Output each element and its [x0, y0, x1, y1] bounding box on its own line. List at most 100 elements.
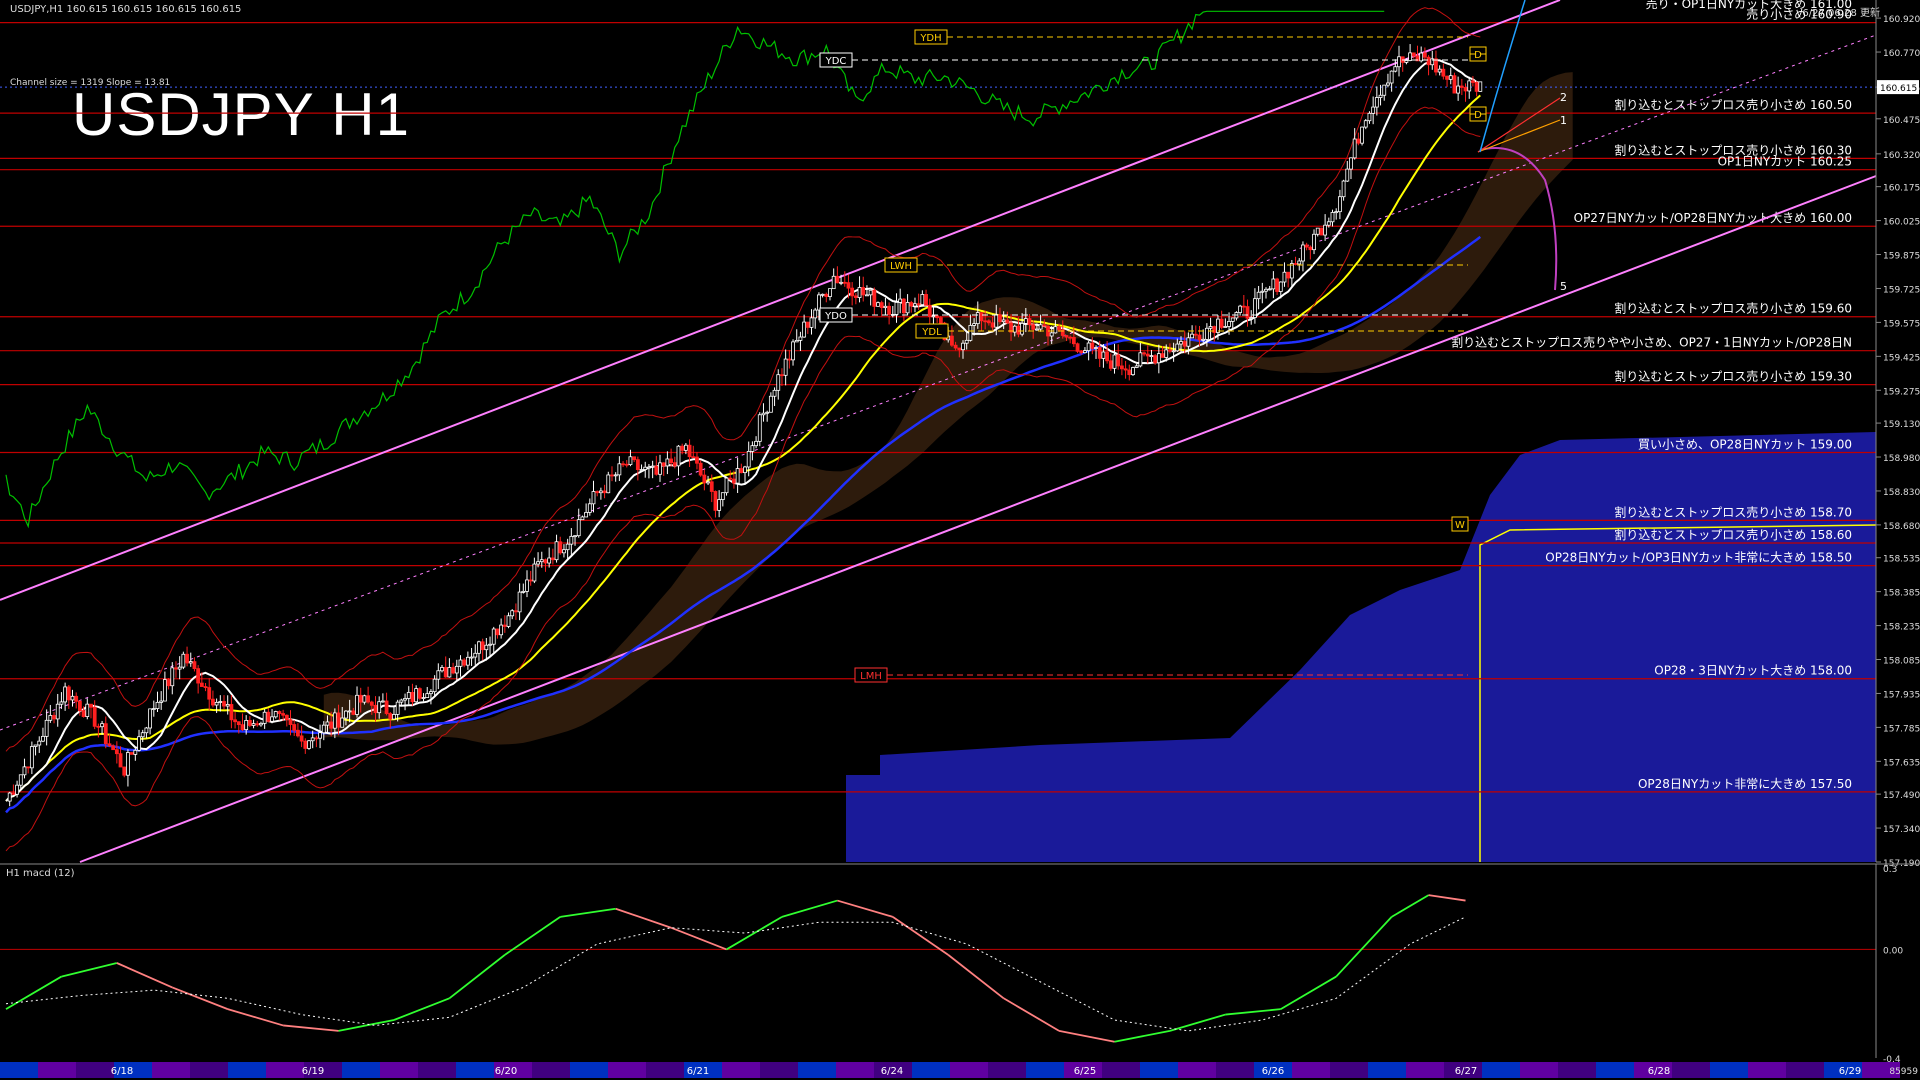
- date-bar-segment: [912, 1062, 950, 1078]
- candle-body: [1179, 341, 1183, 345]
- candle-body: [236, 721, 241, 726]
- candle-body: [1282, 271, 1287, 283]
- candle-body: [1374, 97, 1379, 108]
- candle-body: [214, 701, 219, 706]
- candle-body: [998, 314, 1002, 323]
- candle-body: [351, 710, 356, 715]
- macd-main-segment: [116, 962, 173, 989]
- date-bar-segment: [1672, 1062, 1710, 1078]
- candle-body: [1027, 318, 1032, 326]
- candle-body: [669, 458, 673, 464]
- candle-body: [839, 281, 843, 284]
- candle-body: [380, 700, 385, 703]
- candle-body: [1186, 337, 1191, 347]
- candle-body: [1315, 227, 1320, 235]
- price-axis-label: 159.875: [1883, 252, 1920, 262]
- date-bar-segment: [1292, 1062, 1330, 1078]
- candle-body: [1171, 350, 1176, 353]
- candle-body: [576, 519, 581, 537]
- candle-body: [484, 644, 489, 651]
- candle-body: [369, 701, 374, 706]
- candle-body: [1301, 244, 1305, 262]
- candle-body: [288, 719, 293, 725]
- candle-body: [809, 317, 814, 328]
- macd-main-segment: [726, 916, 783, 951]
- candle-body: [1108, 360, 1113, 369]
- candle-body: [1031, 324, 1036, 330]
- candle-body: [1083, 350, 1087, 354]
- candle-body: [698, 462, 703, 476]
- candle-body: [780, 374, 784, 377]
- candle-body: [1304, 244, 1309, 248]
- candle-body: [1456, 85, 1461, 94]
- candle-body: [754, 440, 758, 447]
- candle-body: [1264, 288, 1268, 292]
- candle-body: [1090, 342, 1095, 349]
- date-bar-segment: [1140, 1062, 1178, 1078]
- candle-body: [990, 322, 995, 328]
- candle-body: [739, 468, 744, 474]
- fan-label: 2: [1560, 91, 1567, 104]
- macd-main-segment: [61, 962, 118, 978]
- candle-body: [776, 374, 781, 391]
- candle-body: [901, 298, 906, 314]
- macd-signal-line: [5, 916, 1466, 1032]
- candle-body: [1267, 288, 1272, 291]
- candle-body: [92, 706, 97, 727]
- marker-label: YDC: [825, 56, 847, 67]
- candle-body: [399, 699, 404, 703]
- chart-canvas[interactable]: 売り小さめ 160.90割り込むとストップロス売り小さめ 160.50割り込むと…: [0, 0, 1920, 1080]
- candle-body: [562, 549, 566, 554]
- date-label: 6/21: [687, 1066, 709, 1077]
- candle-body: [868, 289, 873, 296]
- macd-main-segment: [1058, 1029, 1115, 1043]
- price-level-label: 買い小さめ、OP28日NYカット 159.00: [1638, 437, 1852, 451]
- candle-body: [569, 535, 574, 545]
- date-label: 6/25: [1074, 1066, 1096, 1077]
- candle-body: [325, 721, 330, 726]
- candle-body: [373, 704, 378, 714]
- date-bar-segment: [1520, 1062, 1558, 1078]
- date-bar-segment: [1102, 1062, 1140, 1078]
- candle-body: [1434, 58, 1438, 73]
- candle-body: [595, 491, 600, 494]
- candle-body: [318, 732, 322, 739]
- candle-body: [972, 323, 976, 326]
- candle-body: [783, 358, 788, 376]
- price-level-label: OP1日NYカット 160.25: [1718, 155, 1852, 169]
- candle-body: [702, 474, 707, 484]
- candle-body: [488, 643, 492, 646]
- price-axis-label: 159.130: [1883, 420, 1920, 430]
- macd-main-segment: [560, 907, 616, 918]
- date-bar-segment: [152, 1062, 190, 1078]
- price-axis-label: 159.725: [1883, 285, 1920, 295]
- date-label: 6/27: [1455, 1066, 1477, 1077]
- candle-body: [417, 688, 422, 699]
- candle-body: [211, 698, 215, 706]
- candle-body: [126, 752, 130, 776]
- macd-main-segment: [947, 954, 1005, 999]
- candle-body: [857, 287, 862, 298]
- candle-body: [277, 711, 282, 714]
- candle-body: [628, 456, 633, 465]
- candle-body: [680, 445, 685, 451]
- candle-body: [913, 303, 917, 307]
- candle-body: [7, 792, 12, 802]
- macd-main-segment: [227, 1008, 284, 1027]
- candle-body: [1334, 211, 1339, 214]
- candle-body: [336, 712, 341, 728]
- date-bar-segment: [0, 1062, 38, 1078]
- marker-label: YDL: [921, 327, 942, 338]
- candle-body: [876, 302, 880, 307]
- candle-body: [1382, 84, 1387, 96]
- candle-body: [587, 503, 592, 513]
- candle-body: [510, 610, 515, 617]
- candle-body: [1289, 263, 1294, 279]
- candle-body: [89, 703, 93, 708]
- candle-body: [547, 557, 552, 564]
- candle-body: [539, 559, 544, 563]
- candle-body: [898, 298, 903, 303]
- candle-body: [118, 753, 123, 768]
- fan-label: 5: [1560, 280, 1567, 293]
- price-axis-label: 160.475: [1883, 116, 1920, 126]
